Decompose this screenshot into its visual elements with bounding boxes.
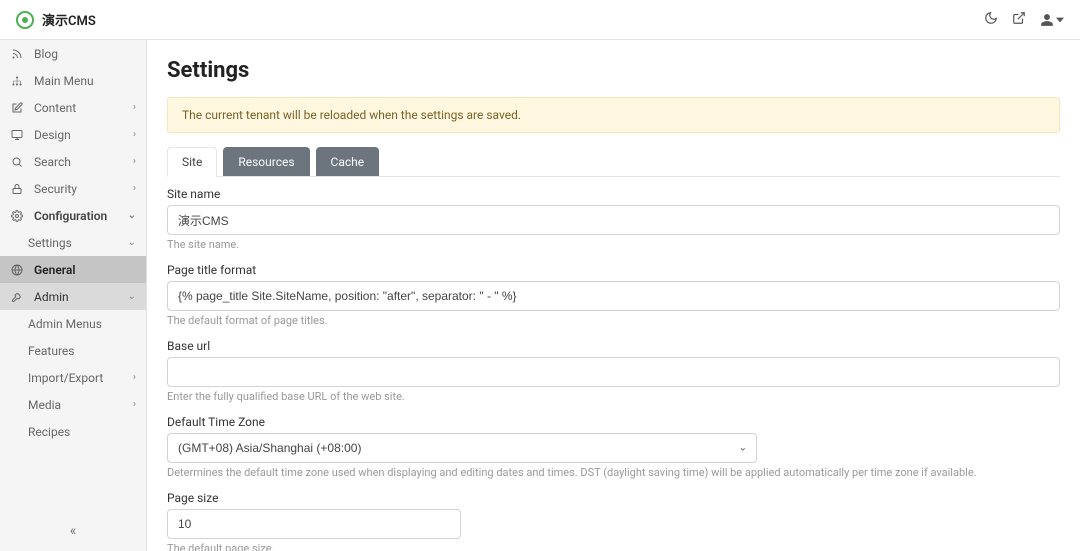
sidebar-item-security[interactable]: Security › (0, 175, 146, 202)
wrench-icon (10, 291, 24, 303)
blog-icon (10, 48, 24, 60)
chevron-right-icon: › (133, 372, 136, 383)
sidebar-item-blog[interactable]: Blog (0, 40, 146, 67)
lock-icon (10, 183, 24, 195)
sidebar-item-design[interactable]: Design › (0, 121, 146, 148)
sidebar-item-label: Import/Export (28, 371, 103, 385)
sidebar: Blog Main Menu Content › Design › Search… (0, 40, 147, 551)
page-size-label: Page size (167, 491, 1060, 505)
sidebar-item-label: General (34, 263, 75, 277)
chevron-right-icon: › (133, 399, 136, 410)
form-group-page-title-format: Page title format The default format of … (167, 263, 1060, 327)
globe-icon (10, 264, 24, 276)
chevron-down-icon: ⌄ (128, 291, 136, 302)
page-title-format-input[interactable] (167, 281, 1060, 311)
form-group-site-name: Site name The site name. (167, 187, 1060, 251)
monitor-icon (10, 129, 24, 141)
brand-title: 演示CMS (42, 10, 96, 29)
sidebar-item-features[interactable]: Features (0, 337, 146, 364)
page-size-input[interactable] (167, 509, 461, 539)
tab-site[interactable]: Site (167, 147, 217, 177)
sidebar-collapse-toggle[interactable]: « (0, 523, 146, 539)
base-url-help: Enter the fully qualified base URL of th… (167, 390, 1060, 403)
edit-icon (10, 102, 24, 114)
site-name-label: Site name (167, 187, 1060, 201)
sidebar-item-recipes[interactable]: Recipes (0, 418, 146, 445)
page-title-format-help: The default format of page titles. (167, 314, 1060, 327)
sidebar-item-label: Design (34, 128, 71, 142)
tab-cache[interactable]: Cache (316, 147, 380, 176)
page-title-format-label: Page title format (167, 263, 1060, 277)
external-link-icon[interactable] (1012, 11, 1026, 29)
sidebar-item-label: Admin (34, 290, 69, 304)
topbar-actions (984, 11, 1064, 29)
tabs: Site Resources Cache (167, 147, 1060, 177)
sidebar-item-label: Settings (28, 236, 72, 250)
timezone-help: Determines the default time zone used wh… (167, 466, 1060, 479)
user-menu[interactable] (1040, 13, 1064, 27)
base-url-label: Base url (167, 339, 1060, 353)
main-content: Settings The current tenant will be relo… (147, 40, 1080, 551)
brand-logo-icon (16, 11, 34, 29)
sidebar-item-general[interactable]: General (0, 256, 146, 283)
chevron-right-icon: › (133, 102, 136, 113)
timezone-label: Default Time Zone (167, 415, 1060, 429)
site-name-input[interactable] (167, 205, 1060, 235)
sidebar-item-main-menu[interactable]: Main Menu (0, 67, 146, 94)
sidebar-item-label: Media (28, 398, 61, 412)
form-group-timezone: Default Time Zone ⌄ Determines the defau… (167, 415, 1060, 479)
theme-toggle-icon[interactable] (984, 11, 998, 29)
chevron-right-icon: › (133, 129, 136, 140)
search-icon (10, 156, 24, 168)
page-size-help: The default page size. (167, 542, 1060, 551)
sidebar-item-import-export[interactable]: Import/Export › (0, 364, 146, 391)
sidebar-item-search[interactable]: Search › (0, 148, 146, 175)
sidebar-item-label: Admin Menus (28, 317, 102, 331)
tab-resources[interactable]: Resources (223, 147, 309, 176)
sidebar-item-media[interactable]: Media › (0, 391, 146, 418)
sidebar-item-content[interactable]: Content › (0, 94, 146, 121)
sidebar-item-label: Configuration (34, 209, 107, 223)
chevron-right-icon: › (133, 183, 136, 194)
form-group-page-size: Page size The default page size. (167, 491, 1060, 551)
sidebar-item-configuration[interactable]: Configuration ⌄ (0, 202, 146, 229)
sidebar-item-label: Search (34, 155, 71, 169)
sidebar-item-label: Main Menu (34, 74, 94, 88)
sidebar-item-label: Blog (34, 47, 58, 61)
sidebar-item-label: Content (34, 101, 76, 115)
page-title: Settings (167, 58, 1060, 83)
brand[interactable]: 演示CMS (16, 10, 96, 29)
chevron-right-icon: › (133, 156, 136, 167)
form-group-base-url: Base url Enter the fully qualified base … (167, 339, 1060, 403)
sidebar-item-label: Features (28, 344, 74, 358)
sidebar-item-label: Recipes (28, 425, 70, 439)
sidebar-item-label: Security (34, 182, 77, 196)
sidebar-item-admin[interactable]: Admin ⌄ (0, 283, 146, 310)
timezone-select[interactable] (167, 433, 757, 463)
sidebar-item-settings[interactable]: Settings ⌄ (0, 229, 146, 256)
base-url-input[interactable] (167, 357, 1060, 387)
topbar: 演示CMS (0, 0, 1080, 40)
site-name-help: The site name. (167, 238, 1060, 251)
chevron-down-icon: ⌄ (128, 237, 136, 248)
alert-warning: The current tenant will be reloaded when… (167, 97, 1060, 133)
sitemap-icon (10, 75, 24, 87)
gear-icon (10, 210, 24, 222)
chevron-down-icon: ⌄ (128, 210, 136, 221)
sidebar-item-admin-menus[interactable]: Admin Menus (0, 310, 146, 337)
